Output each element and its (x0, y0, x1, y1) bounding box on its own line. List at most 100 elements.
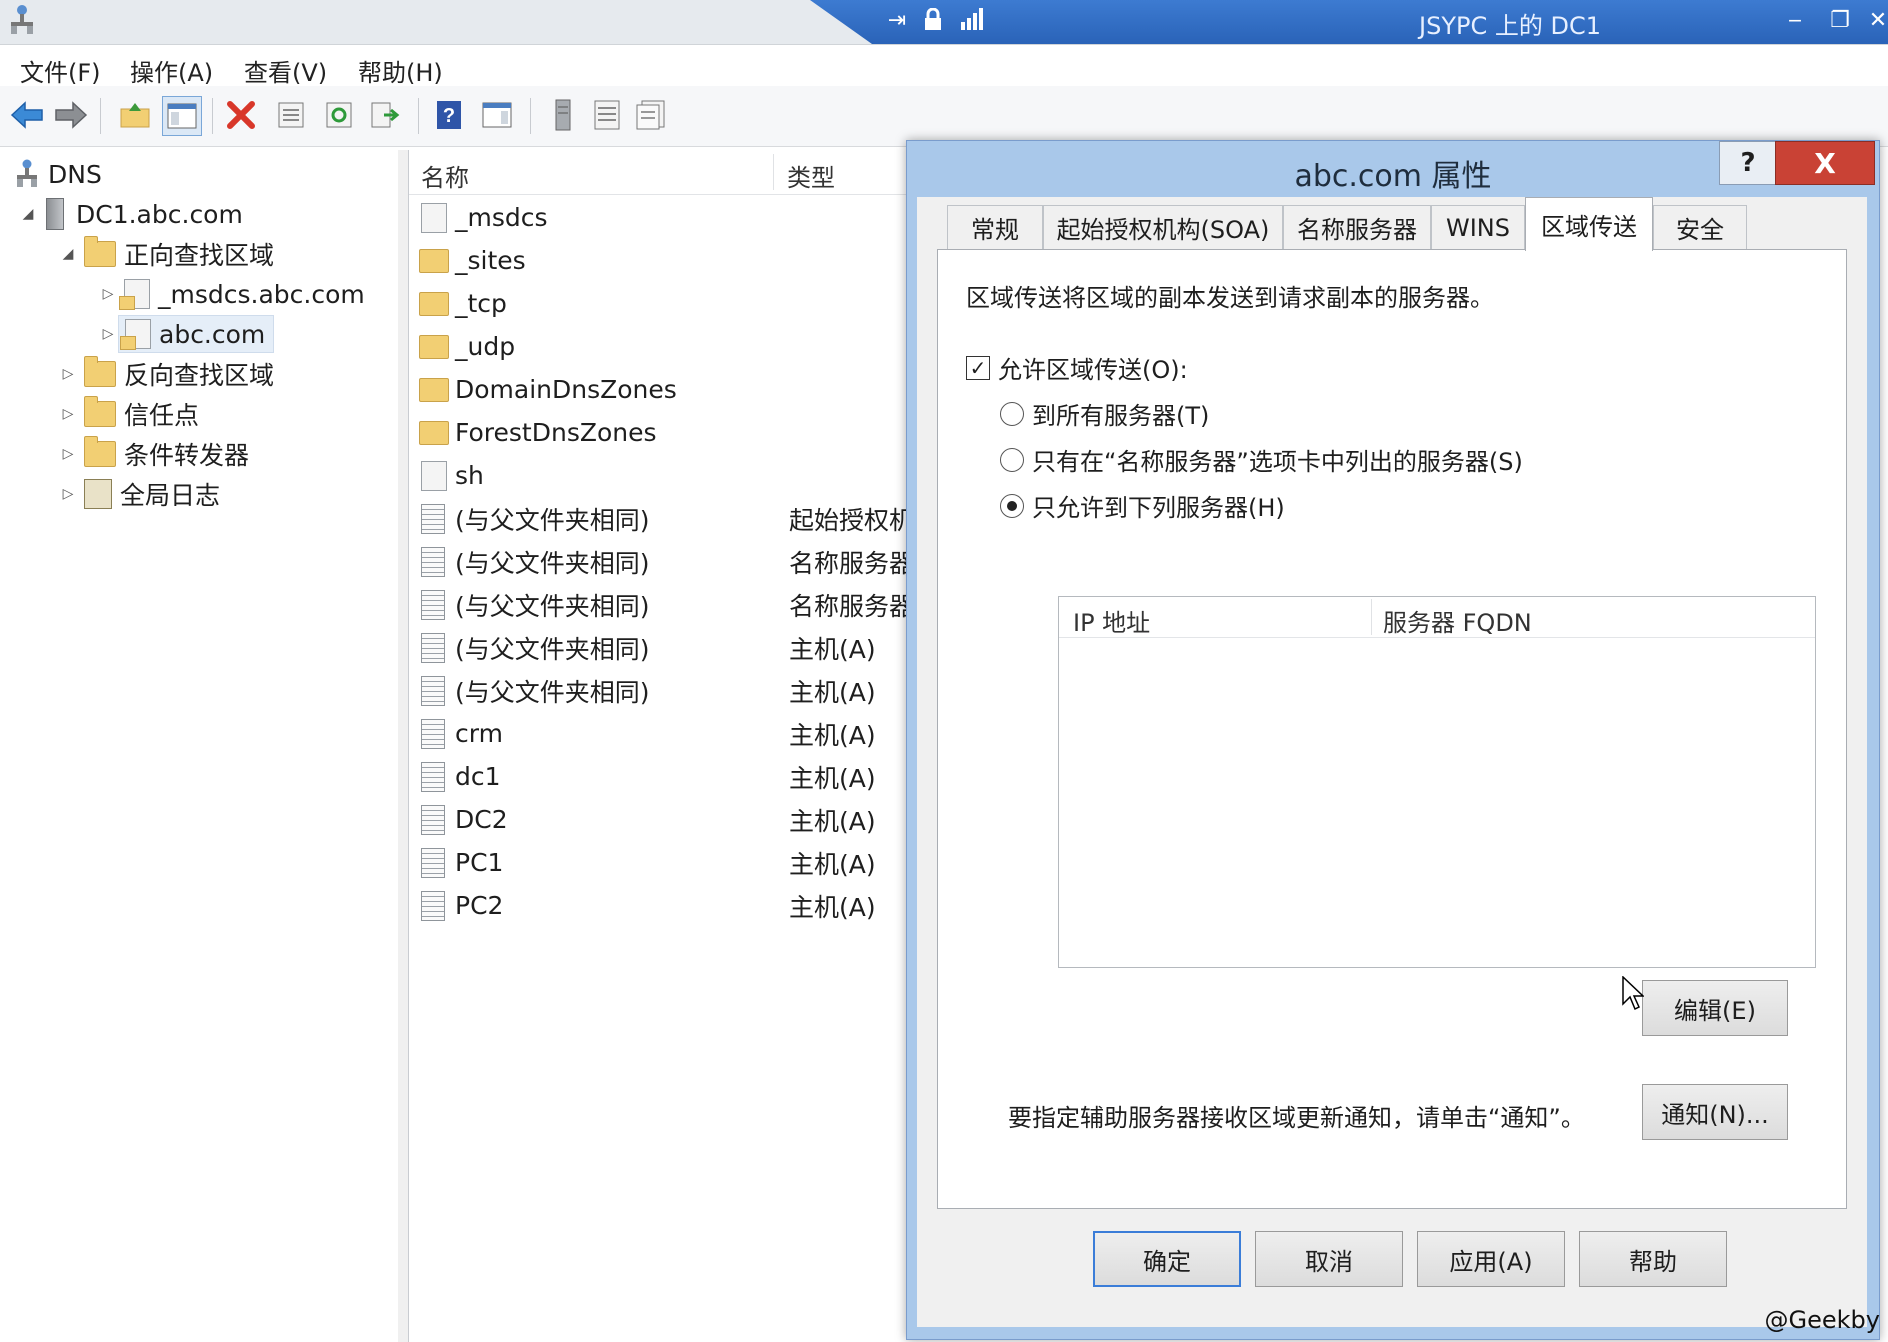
tree-label-forward-zones: 正向查找区域 (124, 241, 275, 270)
list-row[interactable]: PC1 主机(A) (409, 841, 909, 884)
tree-item-msdcs-zone[interactable]: ▷ _msdcs.abc.com (98, 274, 365, 314)
apply-button[interactable]: 应用(A) (1417, 1231, 1565, 1287)
close-icon[interactable]: ✕ (1868, 8, 1888, 34)
menu-file[interactable]: 文件(F) (20, 53, 101, 88)
dialog-close-button[interactable]: X (1775, 141, 1875, 185)
menu-bar: 文件(F) 操作(A) 查看(V) 帮助(H) (0, 45, 1888, 88)
list-row[interactable]: ForestDnsZones (409, 411, 909, 454)
allow-transfer-row[interactable]: ✓ 允许区域传送(O): (966, 350, 1188, 385)
zone-properties-dialog: abc.com 属性 ? X 常规 起始授权机构(SOA) 名称服务器 WINS… (906, 140, 1880, 1340)
notify-button[interactable]: 通知(N)... (1642, 1084, 1788, 1140)
expand-arrow-icon[interactable]: ▷ (98, 324, 118, 344)
watermark: @Geekby (1764, 1306, 1880, 1334)
up-folder-icon[interactable] (116, 96, 154, 134)
detail-icon[interactable] (632, 96, 670, 134)
tab-wins[interactable]: WINS (1431, 205, 1525, 249)
list-row[interactable]: dc1 主机(A) (409, 755, 909, 798)
column-server-fqdn[interactable]: 服务器 FQDN (1383, 603, 1532, 638)
column-name[interactable]: 名称 (421, 158, 469, 193)
tree-splitter[interactable] (398, 150, 409, 1342)
tree-item-dns[interactable]: DNS (14, 154, 102, 194)
delete-icon[interactable] (222, 96, 260, 134)
allow-transfer-label: 允许区域传送(O): (998, 356, 1188, 384)
list-row[interactable]: DC2 主机(A) (409, 798, 909, 841)
column-separator[interactable] (1371, 599, 1372, 635)
column-type[interactable]: 类型 (787, 158, 835, 193)
list-row[interactable]: (与父文件夹相同) 名称服务器 (409, 540, 914, 583)
edit-button[interactable]: 编辑(E) (1642, 980, 1788, 1036)
tab-zone-transfers[interactable]: 区域传送 (1525, 197, 1653, 251)
list-icon[interactable] (588, 96, 626, 134)
list-row[interactable]: (与父文件夹相同) 名称服务器 (409, 583, 914, 626)
list-row[interactable]: PC2 主机(A) (409, 884, 909, 927)
option-name-servers-only[interactable]: 只有在“名称服务器”选项卡中列出的服务器(S) (1000, 442, 1523, 477)
pin-icon[interactable]: ⇥ (882, 8, 912, 34)
menu-help[interactable]: 帮助(H) (358, 53, 443, 88)
record-name: ForestDnsZones (455, 418, 657, 447)
list-row[interactable]: (与父文件夹相同) 起始授权机 (409, 497, 914, 540)
back-icon[interactable] (8, 96, 46, 134)
record-name: PC1 (455, 848, 504, 877)
record-name: PC2 (455, 891, 504, 920)
dialog-body: 常规 起始授权机构(SOA) 名称服务器 WINS 区域传送 安全 区域传送将区… (917, 197, 1867, 1327)
record-list: 名称 类型 _msdcs _sites _tcp _udp DomainDnsZones… (409, 150, 914, 1342)
option-listed-servers[interactable]: 只允许到下列服务器(H) (1000, 488, 1285, 523)
record-type: 主机(A) (789, 720, 876, 750)
list-row[interactable]: (与父文件夹相同) 主机(A) (409, 669, 909, 712)
tree-item-abc-zone[interactable]: ▷ abc.com (98, 314, 275, 354)
restore-icon[interactable]: ❐ (1825, 8, 1855, 34)
list-row[interactable]: _udp (409, 325, 909, 368)
tree-item-reverse-zones[interactable]: ▷ 反向查找区域 (58, 354, 274, 394)
tree-label-global-logs: 全局日志 (120, 481, 221, 510)
expand-arrow-icon[interactable]: ▷ (98, 284, 118, 304)
tree-item-trust-points[interactable]: ▷ 信任点 (58, 394, 199, 434)
list-row[interactable]: sh (409, 454, 909, 497)
radio-listed-servers[interactable] (1000, 493, 1024, 518)
forward-icon[interactable] (52, 96, 90, 134)
tree-item-server[interactable]: ◢ DC1.abc.com (18, 194, 243, 234)
column-ip-address[interactable]: IP 地址 (1073, 603, 1150, 638)
option-all-servers[interactable]: 到所有服务器(T) (1000, 396, 1209, 431)
list-row[interactable]: crm 主机(A) (409, 712, 909, 755)
dialog-help-button[interactable]: ? (1719, 141, 1777, 185)
minimize-icon[interactable]: ‒ (1780, 8, 1810, 34)
collapse-arrow-icon[interactable]: ◢ (58, 244, 78, 264)
refresh-icon[interactable] (320, 96, 358, 134)
tab-name-servers[interactable]: 名称服务器 (1283, 205, 1431, 249)
radio-all-servers[interactable] (1000, 401, 1024, 426)
folder-icon (419, 334, 449, 359)
allow-transfer-checkbox[interactable]: ✓ (966, 355, 990, 380)
cancel-button[interactable]: 取消 (1255, 1231, 1403, 1287)
menu-view[interactable]: 查看(V) (244, 53, 327, 88)
server-list-table[interactable]: IP 地址 服务器 FQDN (1058, 596, 1816, 968)
list-row[interactable]: _msdcs (409, 196, 909, 239)
tree-item-conditional-forwarders[interactable]: ▷ 条件转发器 (58, 434, 249, 474)
show-hide-tree-icon[interactable] (162, 96, 202, 136)
expand-arrow-icon[interactable]: ▷ (58, 484, 78, 504)
help-icon[interactable]: ? (430, 96, 468, 134)
radio-name-servers-only[interactable] (1000, 447, 1024, 472)
record-name: DC2 (455, 805, 508, 834)
tab-soa[interactable]: 起始授权机构(SOA) (1043, 205, 1283, 249)
action-pane-icon[interactable] (478, 96, 516, 134)
help-button[interactable]: 帮助 (1579, 1231, 1727, 1287)
tree-item-global-logs[interactable]: ▷ 全局日志 (58, 474, 220, 514)
list-row[interactable]: _tcp (409, 282, 909, 325)
list-row[interactable]: DomainDnsZones (409, 368, 909, 411)
tree-item-forward-zones[interactable]: ◢ 正向查找区域 (58, 234, 274, 274)
expand-arrow-icon[interactable]: ▷ (58, 364, 78, 384)
list-row[interactable]: _sites (409, 239, 909, 282)
properties-icon[interactable] (272, 96, 310, 134)
expand-arrow-icon[interactable]: ▷ (58, 404, 78, 424)
list-row[interactable]: (与父文件夹相同) 主机(A) (409, 626, 909, 669)
collapse-arrow-icon[interactable]: ◢ (18, 204, 38, 224)
server-icon[interactable] (544, 96, 582, 134)
menu-action[interactable]: 操作(A) (130, 53, 213, 88)
expand-arrow-icon[interactable]: ▷ (58, 444, 78, 464)
tab-security[interactable]: 安全 (1653, 205, 1747, 249)
tab-general[interactable]: 常规 (947, 205, 1043, 249)
ok-button[interactable]: 确定 (1093, 1231, 1241, 1287)
column-separator[interactable] (773, 154, 774, 190)
tree-label-msdcs-zone: _msdcs.abc.com (158, 279, 365, 309)
export-icon[interactable] (366, 96, 404, 134)
